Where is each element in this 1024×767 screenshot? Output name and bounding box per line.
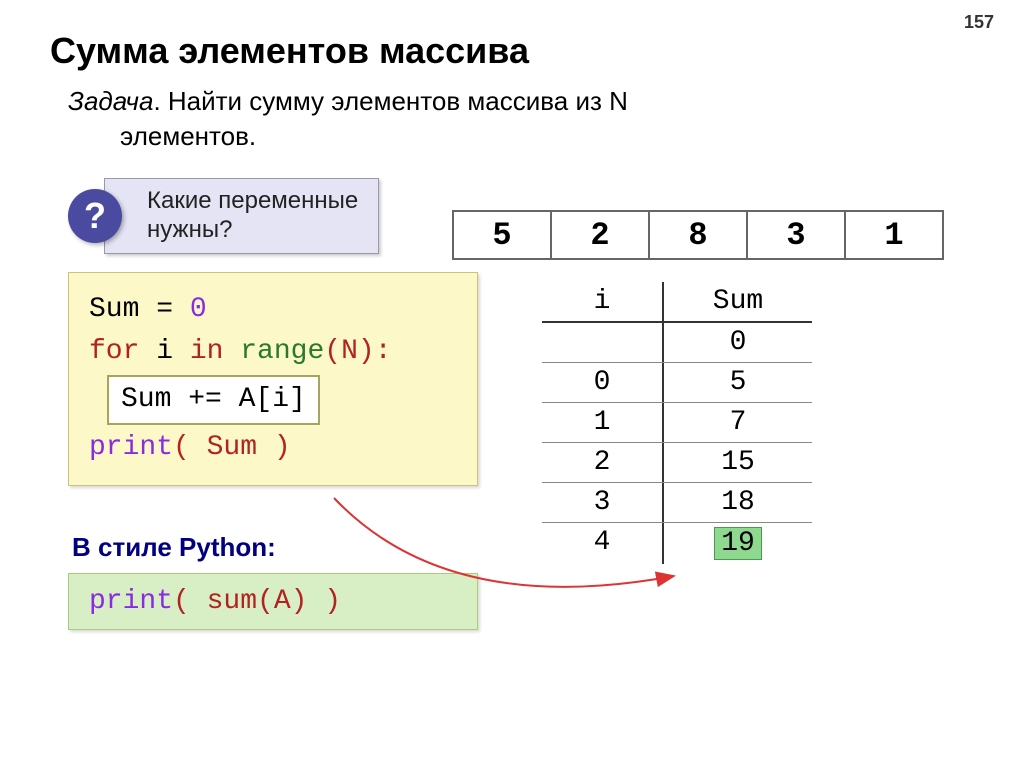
trace-header-i: i bbox=[542, 282, 662, 321]
result-highlight: 19 bbox=[714, 527, 762, 560]
code-token: print bbox=[89, 586, 173, 617]
code-block-python: print( sum(A) ) bbox=[68, 573, 478, 630]
code-line-4: print( Sum ) bbox=[89, 427, 457, 469]
array-cell: 8 bbox=[648, 210, 748, 260]
array-cell: 1 bbox=[844, 210, 944, 260]
task-prefix: Задача bbox=[68, 86, 153, 116]
question-text: Какие переменные нужны? bbox=[104, 178, 379, 254]
trace-cell-i: 2 bbox=[542, 443, 662, 482]
trace-cell-i bbox=[542, 323, 662, 362]
code-token: (N): bbox=[324, 336, 391, 367]
question-line1: Какие переменные bbox=[147, 187, 358, 214]
code-token: 0 bbox=[190, 294, 207, 325]
task-line2: элементов. bbox=[120, 119, 974, 154]
task-description: Задача. Найти сумму элементов массива из… bbox=[68, 84, 974, 154]
trace-cell-sum: 0 bbox=[662, 323, 812, 362]
trace-cell-i: 0 bbox=[542, 363, 662, 402]
question-mark-icon: ? bbox=[68, 189, 122, 243]
question-callout: ? Какие переменные нужны? bbox=[68, 178, 379, 254]
array-cell: 5 bbox=[452, 210, 552, 260]
code-token: i bbox=[139, 336, 189, 367]
code-token: ( sum(A) ) bbox=[173, 586, 341, 617]
trace-cell-sum: 19 bbox=[662, 523, 812, 564]
page-number: 157 bbox=[964, 12, 994, 33]
python-style-label: В стиле Python: bbox=[72, 532, 974, 563]
code-token: in bbox=[190, 336, 224, 367]
trace-row: 4 19 bbox=[542, 523, 812, 564]
array-display: 5 2 8 3 1 bbox=[454, 210, 944, 260]
trace-row: 0 5 bbox=[542, 363, 812, 403]
trace-cell-i: 4 bbox=[542, 523, 662, 564]
code-block-main: Sum = 0 for i in range(N): Sum += A[i] p… bbox=[68, 272, 478, 486]
page-title: Сумма элементов массива bbox=[50, 30, 974, 72]
code-token: Sum = bbox=[89, 294, 190, 325]
trace-row: 1 7 bbox=[542, 403, 812, 443]
code-line-2: for i in range(N): bbox=[89, 331, 457, 373]
trace-cell-sum: 18 bbox=[662, 483, 812, 522]
code-token: ( Sum ) bbox=[173, 432, 291, 463]
trace-table: i Sum 0 0 5 1 7 2 15 3 18 4 19 bbox=[542, 282, 812, 564]
code-token: for bbox=[89, 336, 139, 367]
trace-header-sum: Sum bbox=[662, 282, 812, 321]
trace-cell-i: 1 bbox=[542, 403, 662, 442]
code-token: range bbox=[223, 336, 324, 367]
trace-cell-i: 3 bbox=[542, 483, 662, 522]
array-cell: 2 bbox=[550, 210, 650, 260]
trace-cell-sum: 15 bbox=[662, 443, 812, 482]
trace-row: 0 bbox=[542, 323, 812, 363]
question-line2: нужны? bbox=[147, 216, 232, 243]
trace-row: 2 15 bbox=[542, 443, 812, 483]
trace-header: i Sum bbox=[542, 282, 812, 323]
code-line-3-box: Sum += A[i] bbox=[107, 375, 320, 425]
code-line-1: Sum = 0 bbox=[89, 289, 457, 331]
trace-cell-sum: 7 bbox=[662, 403, 812, 442]
code-token: print bbox=[89, 432, 173, 463]
trace-row: 3 18 bbox=[542, 483, 812, 523]
task-line1: . Найти сумму элементов массива из N bbox=[153, 86, 627, 116]
trace-cell-sum: 5 bbox=[662, 363, 812, 402]
array-cell: 3 bbox=[746, 210, 846, 260]
